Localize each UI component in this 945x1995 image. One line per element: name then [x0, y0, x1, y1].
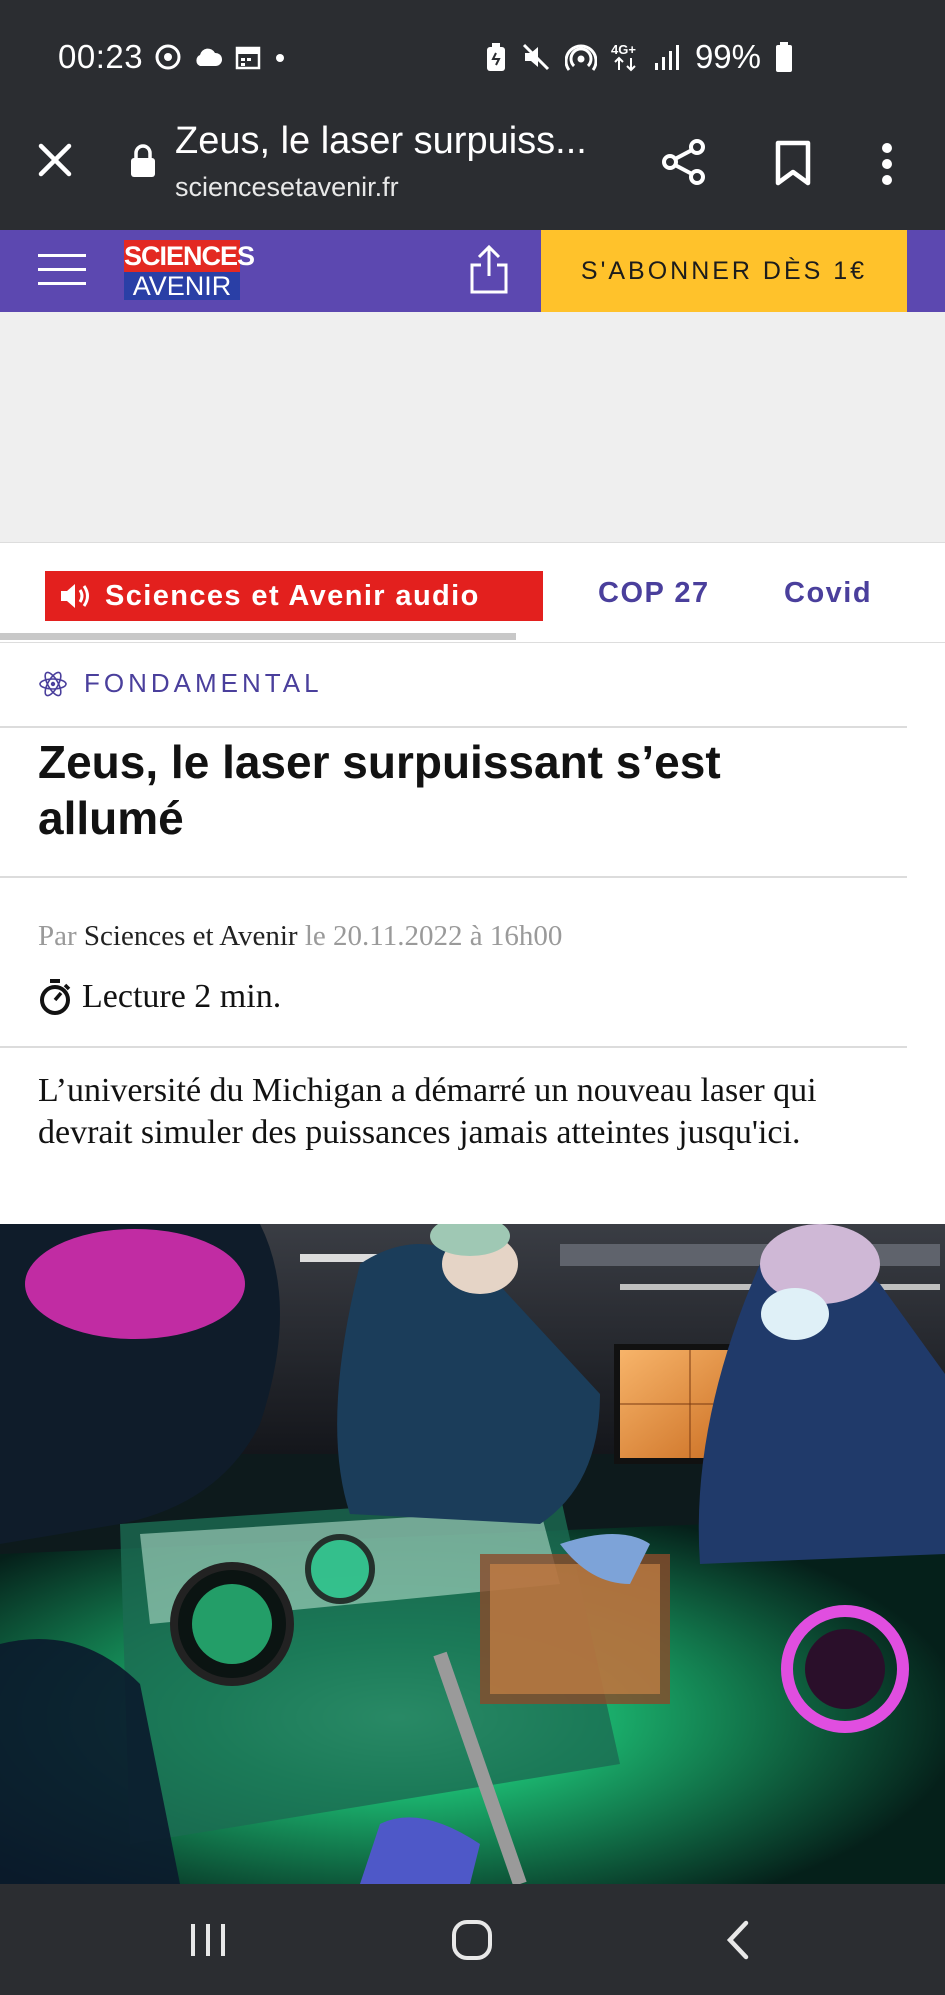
close-icon[interactable]: [35, 140, 75, 180]
status-notification-icons: [155, 44, 287, 70]
site-header: SCIENCES AVENIR S'ABONNER DÈS 1€: [0, 230, 945, 312]
lab-photo: [0, 1224, 945, 1884]
battery-icon: [776, 42, 792, 72]
status-time: 00:23: [58, 38, 144, 75]
chrome-icon: [155, 44, 181, 70]
audio-topic-label: Sciences et Avenir audio: [105, 579, 480, 612]
recent-apps-icon[interactable]: [188, 1920, 228, 1960]
ad-placeholder: [0, 312, 945, 542]
stopwatch-icon: [40, 979, 71, 1015]
page-title[interactable]: Zeus, le laser surpuiss...: [175, 120, 605, 163]
calendar-icon: [235, 46, 261, 70]
dot-icon: [276, 54, 284, 62]
battery-saver-icon: [486, 43, 505, 71]
topic-scroll-indicator: [0, 633, 516, 640]
author-link[interactable]: Sciences et Avenir: [84, 920, 298, 952]
article-headline: Zeus, le laser surpuissant s’est allumé: [38, 736, 721, 844]
hotspot-icon: [564, 44, 597, 71]
lock-icon[interactable]: [128, 143, 158, 179]
divider: [0, 876, 907, 878]
byline: Par Sciences et Avenir le 20.11.2022 à 1…: [38, 920, 562, 953]
status-bar: 00:23 4G+ 99%: [0, 0, 945, 100]
divider: [0, 1046, 907, 1048]
article-lead: L’université du Michigan a démarré un no…: [38, 1072, 817, 1151]
audio-topic-chip[interactable]: Sciences et Avenir audio: [45, 571, 543, 621]
reading-time: Lecture 2 min.: [38, 978, 281, 1016]
publish-date: le 20.11.2022 à 16h00: [304, 920, 563, 952]
mobile-data-icon: 4G+: [611, 42, 636, 72]
share-upload-icon[interactable]: [468, 244, 510, 296]
back-icon[interactable]: [722, 1918, 754, 1962]
category-tag[interactable]: FONDAMENTAL: [38, 668, 323, 699]
hamburger-menu-icon[interactable]: [38, 250, 86, 290]
battery-percent: 99%: [694, 38, 761, 75]
cloud-icon: [196, 48, 223, 66]
site-logo[interactable]: SCIENCES AVENIR: [124, 240, 255, 301]
browser-toolbar: Zeus, le laser surpuiss... sciencesetave…: [0, 100, 945, 230]
bookmark-icon[interactable]: [773, 140, 813, 186]
divider: [0, 642, 945, 643]
mute-icon: [522, 43, 549, 71]
more-options-icon[interactable]: [880, 142, 894, 186]
category-label: FONDAMENTAL: [84, 668, 323, 698]
atom-icon: [39, 671, 67, 696]
svg-text:4G+: 4G+: [611, 42, 636, 57]
home-icon[interactable]: [450, 1918, 494, 1962]
share-icon[interactable]: [660, 138, 708, 186]
byline-prefix: Par: [38, 920, 77, 952]
topic-link-cop27[interactable]: COP 27: [598, 577, 710, 610]
reading-time-label: Lecture 2 min.: [82, 978, 282, 1015]
signal-icon: [654, 45, 679, 70]
divider: [0, 726, 907, 728]
topic-link-covid[interactable]: Covid: [784, 577, 872, 610]
logo-text-top: SCIENCES: [124, 240, 255, 272]
system-navigation-bar: [0, 1884, 945, 1995]
topic-nav: Sciences et Avenir audio COP 27 Covid: [0, 542, 945, 643]
page-url[interactable]: sciencesetavenir.fr: [175, 172, 399, 203]
subscribe-button[interactable]: S'ABONNER DÈS 1€: [541, 230, 907, 312]
article-hero-image[interactable]: [0, 1224, 945, 1884]
logo-text-bottom: AVENIR: [132, 271, 232, 301]
speaker-icon: [61, 584, 89, 608]
status-system-icons: 4G+ 99%: [485, 38, 793, 76]
